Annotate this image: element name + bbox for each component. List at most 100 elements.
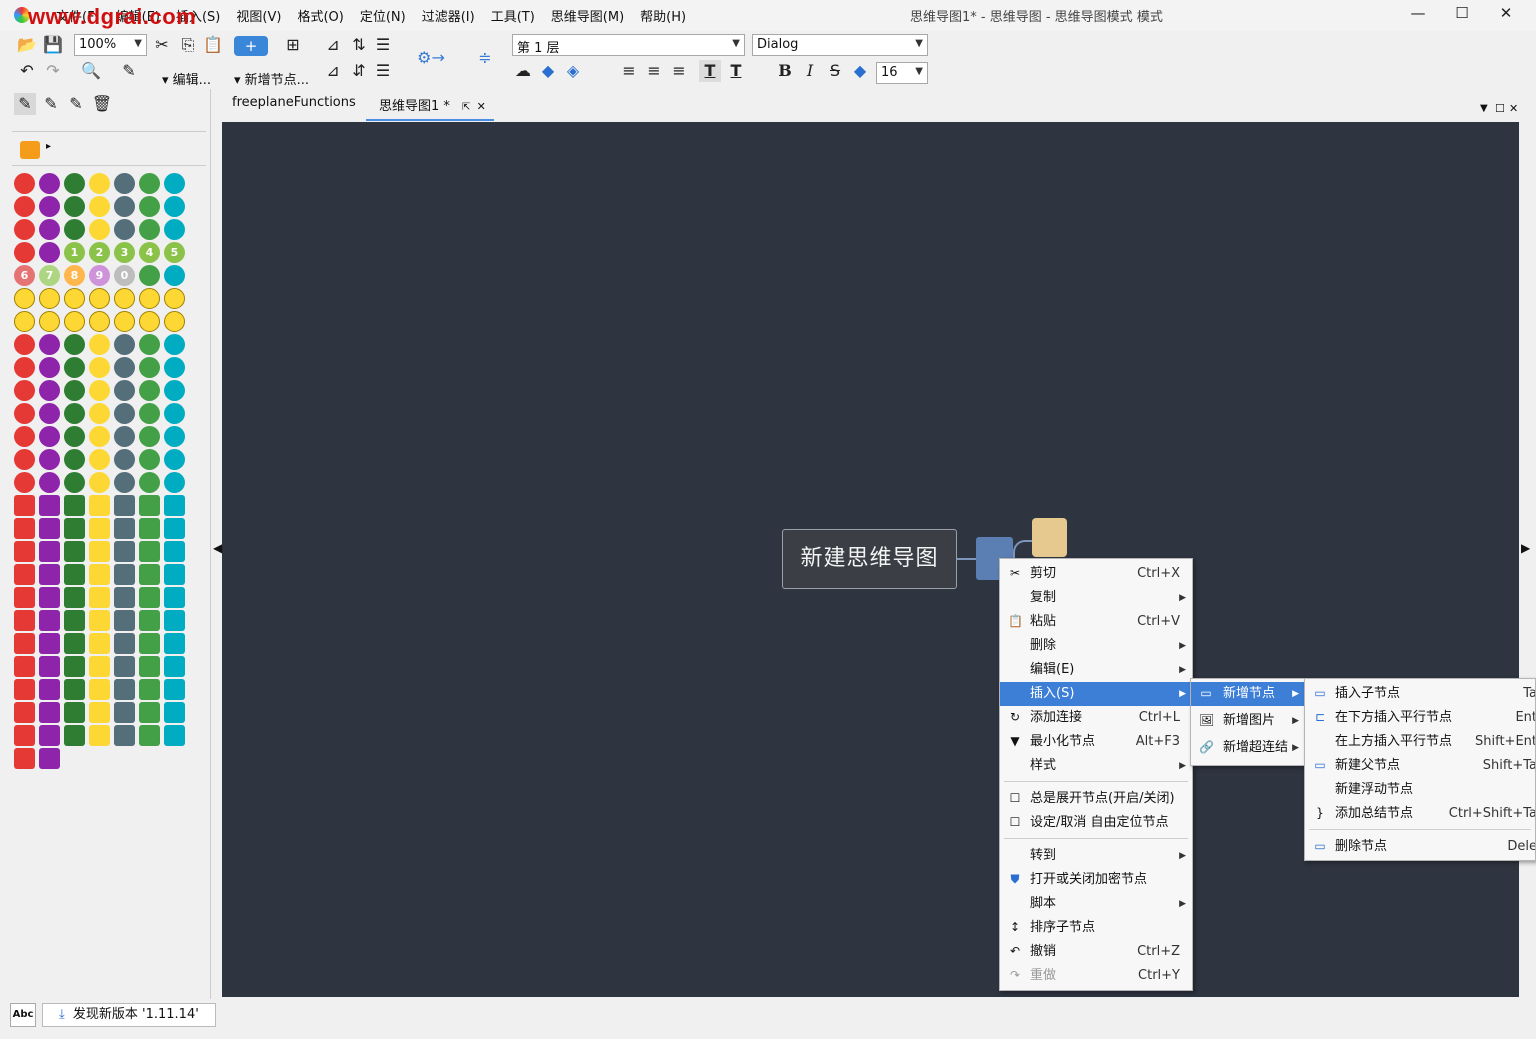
library-icon[interactable]: [39, 173, 60, 194]
library-icon[interactable]: [139, 633, 160, 654]
library-icon[interactable]: [164, 265, 185, 286]
library-icon[interactable]: [164, 587, 185, 608]
tab-mindmap-1[interactable]: 思维导图1 * ⇱ ✕: [366, 95, 494, 121]
library-icon[interactable]: [64, 334, 85, 355]
library-icon[interactable]: [114, 219, 135, 240]
font-size-select[interactable]: 16 ▼: [876, 62, 928, 84]
library-icon[interactable]: 0: [114, 265, 135, 286]
expand-layout-icon[interactable]: ⊿: [322, 60, 344, 82]
library-icon[interactable]: [39, 242, 60, 263]
library-icon[interactable]: [39, 472, 60, 493]
library-icon[interactable]: [114, 288, 135, 309]
font-select[interactable]: Dialog ▼: [752, 34, 928, 56]
minimize-button[interactable]: —: [1406, 4, 1430, 26]
library-icon[interactable]: [64, 311, 85, 332]
library-icon[interactable]: [14, 587, 35, 608]
library-icon[interactable]: [14, 449, 35, 470]
align-left-icon[interactable]: ≡: [618, 60, 640, 82]
library-icon[interactable]: [139, 426, 160, 447]
tab-freeplane-functions[interactable]: freeplaneFunctions: [232, 95, 356, 110]
library-icon[interactable]: [89, 219, 110, 240]
library-icon[interactable]: [114, 196, 135, 217]
library-icon[interactable]: [114, 633, 135, 654]
edit-dropdown[interactable]: ▾ 编辑...: [162, 69, 211, 88]
root-node[interactable]: 新建思维导图: [782, 529, 957, 589]
menu-item-undo[interactable]: ↶ 撤销 Ctrl+Z: [1000, 940, 1192, 964]
library-icon[interactable]: [164, 173, 185, 194]
menu-navigate[interactable]: 定位(N): [352, 6, 414, 25]
library-icon[interactable]: [164, 472, 185, 493]
library-icon[interactable]: [39, 288, 60, 309]
pencil-clear-icon[interactable]: ✎: [40, 93, 62, 115]
library-icon[interactable]: [139, 587, 160, 608]
library-icon[interactable]: [139, 541, 160, 562]
indent-icon[interactable]: ⇵: [348, 60, 370, 82]
library-icon[interactable]: [164, 495, 185, 516]
library-icon[interactable]: [39, 725, 60, 746]
library-icon[interactable]: [89, 541, 110, 562]
library-icon[interactable]: [64, 725, 85, 746]
add-node-icon[interactable]: +: [234, 36, 268, 56]
library-icon[interactable]: [164, 518, 185, 539]
library-icon[interactable]: [64, 173, 85, 194]
library-icon[interactable]: [64, 219, 85, 240]
library-icon[interactable]: [139, 610, 160, 631]
library-icon[interactable]: [164, 311, 185, 332]
library-icon[interactable]: [64, 380, 85, 401]
menu-item-delete[interactable]: 删除 ▶: [1000, 634, 1192, 658]
library-icon[interactable]: [89, 564, 110, 585]
menu-item-insert-sibling-below[interactable]: ⊏ 在下方插入平行节点 Ent: [1305, 706, 1535, 730]
library-icon[interactable]: 6: [14, 265, 35, 286]
menu-item-delete-node[interactable]: ▭ 删除节点 Dele: [1305, 835, 1535, 859]
library-icon[interactable]: [139, 196, 160, 217]
library-icon[interactable]: [164, 633, 185, 654]
tab-close-icon[interactable]: ✕: [1509, 102, 1518, 115]
library-icon[interactable]: [39, 426, 60, 447]
library-icon[interactable]: [64, 288, 85, 309]
layout-icon[interactable]: ⊿: [322, 34, 344, 56]
menu-item-new-image[interactable]: 🖼 新增图片 ▶: [1191, 709, 1305, 733]
menu-item-always-unfold[interactable]: ☐ 总是展开节点(开启/关闭): [1000, 787, 1192, 811]
library-icon[interactable]: [114, 426, 135, 447]
menu-item-fold-node[interactable]: ▼ 最小化节点 Alt+F3: [1000, 730, 1192, 754]
menu-tools[interactable]: 工具(T): [483, 6, 543, 25]
left-collapse-icon[interactable]: ◀: [213, 541, 222, 555]
library-icon[interactable]: [114, 610, 135, 631]
library-icon[interactable]: [14, 564, 35, 585]
library-icon[interactable]: [64, 472, 85, 493]
menu-item-new-node[interactable]: ▭ 新增节点 ▶: [1191, 682, 1305, 706]
library-icon[interactable]: [14, 725, 35, 746]
library-icon[interactable]: [114, 587, 135, 608]
menu-item-insert-child[interactable]: ▭ 插入子节点 Ta: [1305, 682, 1535, 706]
library-icon[interactable]: [114, 449, 135, 470]
library-icon[interactable]: [89, 518, 110, 539]
library-icon[interactable]: [14, 495, 35, 516]
library-icon[interactable]: [39, 679, 60, 700]
library-icon[interactable]: [139, 173, 160, 194]
library-icon[interactable]: [139, 334, 160, 355]
library-icon[interactable]: [39, 518, 60, 539]
library-icon[interactable]: [64, 679, 85, 700]
library-icon[interactable]: 8: [64, 265, 85, 286]
align-structure-icon[interactable]: ≑: [474, 47, 496, 69]
library-icon[interactable]: [139, 219, 160, 240]
list-layout-icon[interactable]: ☰: [372, 34, 394, 56]
library-icon[interactable]: [89, 334, 110, 355]
menu-item-new-hyperlink[interactable]: 🔗 新增超连结 ▶: [1191, 736, 1305, 760]
menu-item-insert[interactable]: 插入(S) ▶: [1000, 682, 1192, 706]
library-icon[interactable]: [64, 587, 85, 608]
fill-color-icon[interactable]: ◆: [537, 60, 559, 82]
undo-icon[interactable]: ↶: [16, 60, 38, 82]
library-icon[interactable]: [114, 725, 135, 746]
right-collapse-icon[interactable]: ▶: [1521, 541, 1530, 555]
menu-item-script[interactable]: 脚本 ▶: [1000, 892, 1192, 916]
library-icon[interactable]: [139, 518, 160, 539]
text-style-alt-icon[interactable]: T: [725, 60, 747, 82]
library-icon[interactable]: [114, 495, 135, 516]
library-icon[interactable]: [14, 311, 35, 332]
library-icon[interactable]: [39, 702, 60, 723]
tab-maximize-icon[interactable]: ☐: [1495, 102, 1505, 115]
library-icon[interactable]: [39, 219, 60, 240]
redo-icon[interactable]: ↷: [42, 60, 64, 82]
library-icon[interactable]: [164, 541, 185, 562]
